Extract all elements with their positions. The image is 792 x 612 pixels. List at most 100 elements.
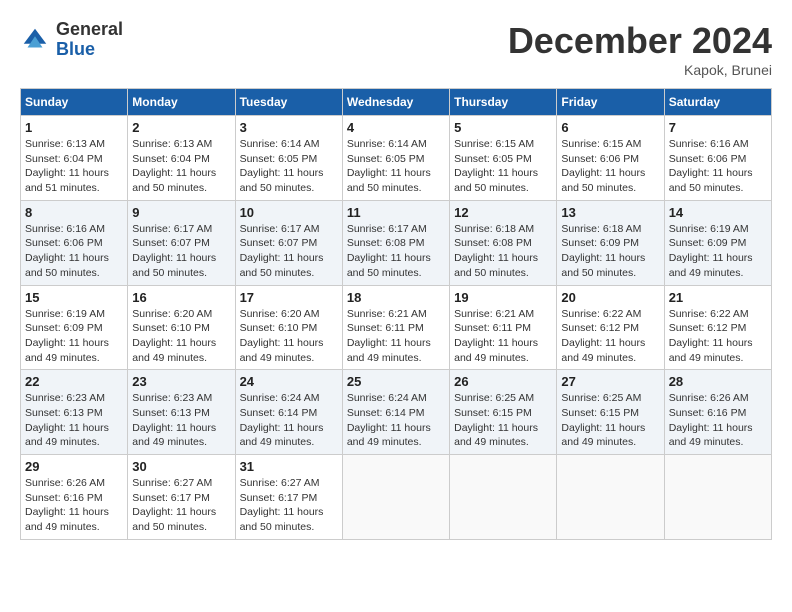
- table-row: 9 Sunrise: 6:17 AMSunset: 6:07 PMDayligh…: [128, 200, 235, 285]
- col-friday: Friday: [557, 89, 664, 116]
- calendar-row: 8 Sunrise: 6:16 AMSunset: 6:06 PMDayligh…: [21, 200, 772, 285]
- day-info: Sunrise: 6:14 AMSunset: 6:05 PMDaylight:…: [240, 137, 338, 196]
- day-number: 17: [240, 290, 338, 305]
- calendar-row: 22 Sunrise: 6:23 AMSunset: 6:13 PMDaylig…: [21, 370, 772, 455]
- table-row: 6 Sunrise: 6:15 AMSunset: 6:06 PMDayligh…: [557, 116, 664, 201]
- table-row: 16 Sunrise: 6:20 AMSunset: 6:10 PMDaylig…: [128, 285, 235, 370]
- table-row: 13 Sunrise: 6:18 AMSunset: 6:09 PMDaylig…: [557, 200, 664, 285]
- day-info: Sunrise: 6:23 AMSunset: 6:13 PMDaylight:…: [25, 391, 123, 450]
- day-info: Sunrise: 6:24 AMSunset: 6:14 PMDaylight:…: [240, 391, 338, 450]
- day-number: 19: [454, 290, 552, 305]
- day-number: 2: [132, 120, 230, 135]
- table-row: 5 Sunrise: 6:15 AMSunset: 6:05 PMDayligh…: [450, 116, 557, 201]
- col-sunday: Sunday: [21, 89, 128, 116]
- col-thursday: Thursday: [450, 89, 557, 116]
- day-info: Sunrise: 6:20 AMSunset: 6:10 PMDaylight:…: [132, 307, 230, 366]
- day-info: Sunrise: 6:22 AMSunset: 6:12 PMDaylight:…: [669, 307, 767, 366]
- day-info: Sunrise: 6:16 AMSunset: 6:06 PMDaylight:…: [669, 137, 767, 196]
- day-number: 16: [132, 290, 230, 305]
- empty-cell: [450, 455, 557, 540]
- day-info: Sunrise: 6:25 AMSunset: 6:15 PMDaylight:…: [561, 391, 659, 450]
- day-number: 27: [561, 374, 659, 389]
- logo-text: General Blue: [56, 20, 123, 60]
- day-info: Sunrise: 6:24 AMSunset: 6:14 PMDaylight:…: [347, 391, 445, 450]
- day-number: 7: [669, 120, 767, 135]
- day-info: Sunrise: 6:17 AMSunset: 6:07 PMDaylight:…: [132, 222, 230, 281]
- day-number: 22: [25, 374, 123, 389]
- calendar-table: Sunday Monday Tuesday Wednesday Thursday…: [20, 88, 772, 540]
- calendar-row: 29 Sunrise: 6:26 AMSunset: 6:16 PMDaylig…: [21, 455, 772, 540]
- day-info: Sunrise: 6:26 AMSunset: 6:16 PMDaylight:…: [25, 476, 123, 535]
- logo-icon: [20, 25, 50, 55]
- table-row: 29 Sunrise: 6:26 AMSunset: 6:16 PMDaylig…: [21, 455, 128, 540]
- table-row: 2 Sunrise: 6:13 AMSunset: 6:04 PMDayligh…: [128, 116, 235, 201]
- day-number: 24: [240, 374, 338, 389]
- day-number: 21: [669, 290, 767, 305]
- day-info: Sunrise: 6:27 AMSunset: 6:17 PMDaylight:…: [132, 476, 230, 535]
- day-info: Sunrise: 6:19 AMSunset: 6:09 PMDaylight:…: [25, 307, 123, 366]
- calendar-header-row: Sunday Monday Tuesday Wednesday Thursday…: [21, 89, 772, 116]
- day-number: 15: [25, 290, 123, 305]
- day-number: 25: [347, 374, 445, 389]
- table-row: 15 Sunrise: 6:19 AMSunset: 6:09 PMDaylig…: [21, 285, 128, 370]
- month-title: December 2024: [508, 20, 772, 62]
- day-number: 3: [240, 120, 338, 135]
- day-info: Sunrise: 6:13 AMSunset: 6:04 PMDaylight:…: [132, 137, 230, 196]
- day-number: 26: [454, 374, 552, 389]
- day-number: 12: [454, 205, 552, 220]
- day-number: 8: [25, 205, 123, 220]
- table-row: 22 Sunrise: 6:23 AMSunset: 6:13 PMDaylig…: [21, 370, 128, 455]
- day-number: 10: [240, 205, 338, 220]
- day-info: Sunrise: 6:25 AMSunset: 6:15 PMDaylight:…: [454, 391, 552, 450]
- table-row: 19 Sunrise: 6:21 AMSunset: 6:11 PMDaylig…: [450, 285, 557, 370]
- page-header: General Blue December 2024 Kapok, Brunei: [20, 20, 772, 78]
- col-monday: Monday: [128, 89, 235, 116]
- day-info: Sunrise: 6:27 AMSunset: 6:17 PMDaylight:…: [240, 476, 338, 535]
- day-info: Sunrise: 6:15 AMSunset: 6:06 PMDaylight:…: [561, 137, 659, 196]
- table-row: 21 Sunrise: 6:22 AMSunset: 6:12 PMDaylig…: [664, 285, 771, 370]
- table-row: 7 Sunrise: 6:16 AMSunset: 6:06 PMDayligh…: [664, 116, 771, 201]
- day-number: 23: [132, 374, 230, 389]
- day-number: 28: [669, 374, 767, 389]
- table-row: 23 Sunrise: 6:23 AMSunset: 6:13 PMDaylig…: [128, 370, 235, 455]
- table-row: 30 Sunrise: 6:27 AMSunset: 6:17 PMDaylig…: [128, 455, 235, 540]
- day-info: Sunrise: 6:21 AMSunset: 6:11 PMDaylight:…: [347, 307, 445, 366]
- table-row: 26 Sunrise: 6:25 AMSunset: 6:15 PMDaylig…: [450, 370, 557, 455]
- table-row: 20 Sunrise: 6:22 AMSunset: 6:12 PMDaylig…: [557, 285, 664, 370]
- day-number: 18: [347, 290, 445, 305]
- day-info: Sunrise: 6:21 AMSunset: 6:11 PMDaylight:…: [454, 307, 552, 366]
- table-row: 31 Sunrise: 6:27 AMSunset: 6:17 PMDaylig…: [235, 455, 342, 540]
- day-number: 30: [132, 459, 230, 474]
- table-row: 25 Sunrise: 6:24 AMSunset: 6:14 PMDaylig…: [342, 370, 449, 455]
- logo: General Blue: [20, 20, 123, 60]
- location-subtitle: Kapok, Brunei: [508, 62, 772, 78]
- table-row: 14 Sunrise: 6:19 AMSunset: 6:09 PMDaylig…: [664, 200, 771, 285]
- day-number: 14: [669, 205, 767, 220]
- table-row: 10 Sunrise: 6:17 AMSunset: 6:07 PMDaylig…: [235, 200, 342, 285]
- day-info: Sunrise: 6:23 AMSunset: 6:13 PMDaylight:…: [132, 391, 230, 450]
- day-number: 29: [25, 459, 123, 474]
- day-number: 13: [561, 205, 659, 220]
- calendar-row: 15 Sunrise: 6:19 AMSunset: 6:09 PMDaylig…: [21, 285, 772, 370]
- day-info: Sunrise: 6:22 AMSunset: 6:12 PMDaylight:…: [561, 307, 659, 366]
- day-info: Sunrise: 6:20 AMSunset: 6:10 PMDaylight:…: [240, 307, 338, 366]
- logo-general: General: [56, 20, 123, 40]
- day-info: Sunrise: 6:18 AMSunset: 6:08 PMDaylight:…: [454, 222, 552, 281]
- col-saturday: Saturday: [664, 89, 771, 116]
- table-row: 27 Sunrise: 6:25 AMSunset: 6:15 PMDaylig…: [557, 370, 664, 455]
- table-row: 18 Sunrise: 6:21 AMSunset: 6:11 PMDaylig…: [342, 285, 449, 370]
- day-info: Sunrise: 6:13 AMSunset: 6:04 PMDaylight:…: [25, 137, 123, 196]
- day-info: Sunrise: 6:19 AMSunset: 6:09 PMDaylight:…: [669, 222, 767, 281]
- table-row: 17 Sunrise: 6:20 AMSunset: 6:10 PMDaylig…: [235, 285, 342, 370]
- day-info: Sunrise: 6:15 AMSunset: 6:05 PMDaylight:…: [454, 137, 552, 196]
- day-number: 5: [454, 120, 552, 135]
- empty-cell: [664, 455, 771, 540]
- table-row: 8 Sunrise: 6:16 AMSunset: 6:06 PMDayligh…: [21, 200, 128, 285]
- empty-cell: [557, 455, 664, 540]
- day-number: 1: [25, 120, 123, 135]
- day-number: 4: [347, 120, 445, 135]
- day-number: 20: [561, 290, 659, 305]
- col-tuesday: Tuesday: [235, 89, 342, 116]
- day-info: Sunrise: 6:26 AMSunset: 6:16 PMDaylight:…: [669, 391, 767, 450]
- table-row: 1 Sunrise: 6:13 AMSunset: 6:04 PMDayligh…: [21, 116, 128, 201]
